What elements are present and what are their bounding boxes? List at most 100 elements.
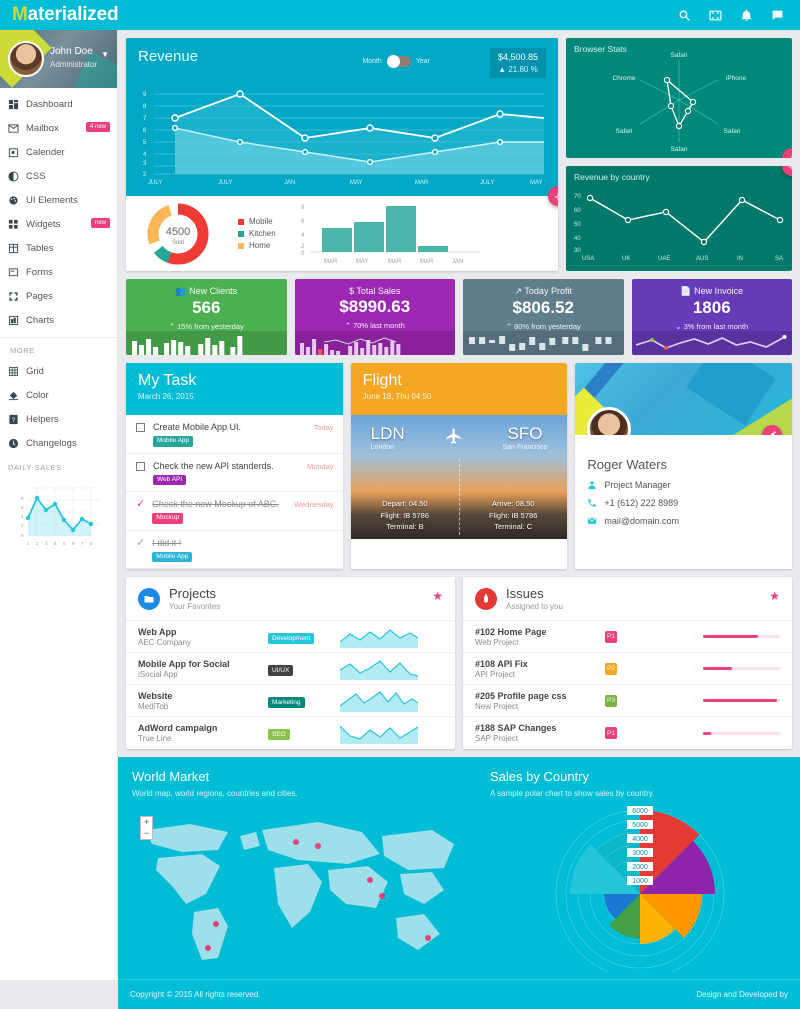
- map-zoom-out-button[interactable]: −: [141, 828, 152, 839]
- sidebar-item-mailbox[interactable]: Mailbox 4 new: [0, 116, 117, 140]
- task-row[interactable]: ✓ I did it ! Mobile App: [126, 531, 343, 569]
- svg-text:4: 4: [54, 541, 57, 546]
- sidebar-item-label: Mailbox: [26, 122, 59, 134]
- task-day: Monday: [306, 461, 334, 471]
- issue-progress-bar: [703, 731, 780, 735]
- kpi-card-today-profit[interactable]: ↗ Today Profit $806.52 ⌃ 80% from yester…: [463, 279, 624, 355]
- sidebar-item-css[interactable]: CSS: [0, 164, 117, 188]
- browser-stats-card: Browser Stats Safari iPhone Safari Safar…: [566, 38, 792, 158]
- kpi-card-new-clients[interactable]: 👥 New Clients 566 ⌃ 15% from yesterday: [126, 279, 287, 355]
- brand-initial: M: [12, 4, 28, 25]
- project-info: AdWord campaign True Line: [138, 723, 268, 743]
- table-row[interactable]: AdWord campaign True Line SEO: [126, 717, 455, 749]
- table-row[interactable]: Mobile App for Social iSocial App UI/UX: [126, 653, 455, 685]
- check-icon[interactable]: ✓: [136, 537, 145, 563]
- profile-phone-row[interactable]: +1 (612) 222 8989: [587, 498, 780, 508]
- svg-text:6: 6: [143, 128, 147, 134]
- task-row[interactable]: ✓ Check the new Mockup of ABC. Mockup We…: [126, 492, 343, 531]
- projects-title: Projects: [169, 586, 216, 601]
- table-row[interactable]: Web App AEC Company Development: [126, 621, 455, 653]
- sold-donut-chart: 4500 Sold: [147, 203, 209, 264]
- table-row[interactable]: #108 API Fix API Project P2: [463, 653, 792, 685]
- kpi-card-new-invoice[interactable]: 📄 New Invoice 1806 ⌄ 3% from last month: [631, 279, 792, 355]
- svg-text:1000: 1000: [632, 878, 648, 885]
- world-market-panel: World Market World map, world regions, c…: [118, 757, 476, 979]
- destination-city: San Francisco: [502, 444, 548, 451]
- sidebar-item-ui-elements[interactable]: UI Elements: [0, 188, 117, 212]
- task-row[interactable]: Check the new API standerds. Web API Mon…: [126, 454, 343, 492]
- issues-header: Issues Assigned to you ★: [463, 577, 792, 621]
- profile-email-row[interactable]: mail@domain.com: [587, 516, 780, 526]
- legend-label-kitchen: Kitchen: [249, 229, 276, 238]
- svg-text:2: 2: [21, 523, 24, 528]
- sidebar-item-label: Helpers: [26, 413, 59, 425]
- sidebar-item-helpers[interactable]: ? Helpers: [0, 407, 117, 431]
- sidebar-user-box[interactable]: John Doe Administrator ▼: [0, 30, 117, 88]
- brand-logo[interactable]: Materialized: [12, 4, 119, 26]
- status-badge: P1: [605, 727, 617, 739]
- project-chip: SEO: [268, 729, 290, 740]
- table-row[interactable]: #188 SAP Changes SAP Project P1: [463, 717, 792, 749]
- revenue-country-card: Revenue by country 70 60 50 40 30 USA UK UAE A…: [566, 166, 792, 271]
- sidebar-item-label: Changelogs: [26, 437, 77, 449]
- period-switch[interactable]: [386, 54, 411, 68]
- user-name: John Doe: [50, 46, 93, 57]
- arrive-details: Arrive: 08.50 Flight: IB 5786 Terminal: …: [459, 498, 567, 533]
- pages-icon: [8, 291, 26, 302]
- task-row[interactable]: Create Mobile App UI. Mobile App Today: [126, 415, 343, 454]
- map-svg: [146, 822, 454, 960]
- kpi-card-total-sales[interactable]: $ Total Sales $8990.63 ⌃ 70% last month: [294, 279, 455, 355]
- svg-text:0: 0: [21, 533, 24, 538]
- revenue-card: Revenue Month Year $4,500.85 ▲ 21.80 % 9…: [126, 38, 558, 271]
- issue-name: #188 SAP Changes: [475, 723, 557, 733]
- contrast-icon: [8, 170, 26, 182]
- svg-text:MAR: MAR: [388, 259, 402, 265]
- chevron-down-icon[interactable]: ▼: [101, 50, 109, 59]
- brand-text: aterialized: [27, 4, 119, 25]
- search-icon[interactable]: [678, 9, 691, 22]
- sidebar-item-label: Forms: [26, 266, 53, 278]
- svg-text:JAN: JAN: [284, 180, 295, 186]
- sidebar-item-tables[interactable]: Tables: [0, 236, 117, 260]
- task-checkbox[interactable]: [136, 423, 145, 432]
- svg-text:MAR: MAR: [324, 259, 338, 265]
- svg-text:6: 6: [72, 541, 75, 546]
- bell-icon[interactable]: [740, 9, 753, 22]
- task-checkbox[interactable]: [136, 461, 145, 471]
- issue-info: #205 Profile page css New Project: [475, 691, 605, 711]
- footer-copyright: Copyright © 2015 All rights reserved.: [130, 990, 261, 999]
- sidebar-item-dashboard[interactable]: Dashboard: [0, 92, 117, 116]
- map-zoom-in-button[interactable]: +: [141, 817, 152, 828]
- svg-text:8: 8: [301, 205, 305, 211]
- check-icon[interactable]: ✓: [136, 499, 145, 524]
- chat-icon[interactable]: [771, 9, 784, 22]
- kpi-sparkline: [631, 331, 792, 355]
- palette-icon: [8, 195, 26, 206]
- sidebar-item-charts[interactable]: Charts: [0, 308, 117, 332]
- star-icon[interactable]: ★: [432, 589, 443, 603]
- table-row[interactable]: #205 Profile page css New Project P3: [463, 685, 792, 717]
- project-name: Mobile App for Social: [138, 658, 230, 669]
- star-icon[interactable]: ★: [769, 589, 780, 603]
- sidebar-item-forms[interactable]: Forms: [0, 260, 117, 284]
- svg-text:4: 4: [301, 233, 305, 239]
- depart-terminal: Terminal: B: [386, 522, 424, 532]
- world-map[interactable]: + −: [132, 808, 462, 976]
- svg-text:3000: 3000: [632, 850, 648, 857]
- country-add-button[interactable]: +: [782, 166, 792, 176]
- fullscreen-icon[interactable]: [709, 9, 722, 22]
- svg-text:6: 6: [21, 505, 24, 510]
- svg-text:70: 70: [574, 194, 581, 200]
- svg-text:6: 6: [301, 219, 305, 225]
- sidebar-item-color[interactable]: Color: [0, 383, 117, 407]
- sidebar-item-pages[interactable]: Pages: [0, 284, 117, 308]
- status-badge: P3: [605, 694, 617, 707]
- revenue-period-toggle[interactable]: Month Year: [362, 54, 430, 68]
- table-row[interactable]: Website MediTob Marketing: [126, 685, 455, 717]
- svg-text:JAN: JAN: [452, 259, 463, 265]
- sidebar-item-widgets[interactable]: Widgets new: [0, 212, 117, 236]
- sidebar-item-grid[interactable]: Grid: [0, 359, 117, 383]
- sidebar-item-changelogs[interactable]: Changelogs: [0, 431, 117, 455]
- table-row[interactable]: #102 Home Page Web Project P1: [463, 621, 792, 653]
- sidebar-item-calender[interactable]: Calender: [0, 140, 117, 164]
